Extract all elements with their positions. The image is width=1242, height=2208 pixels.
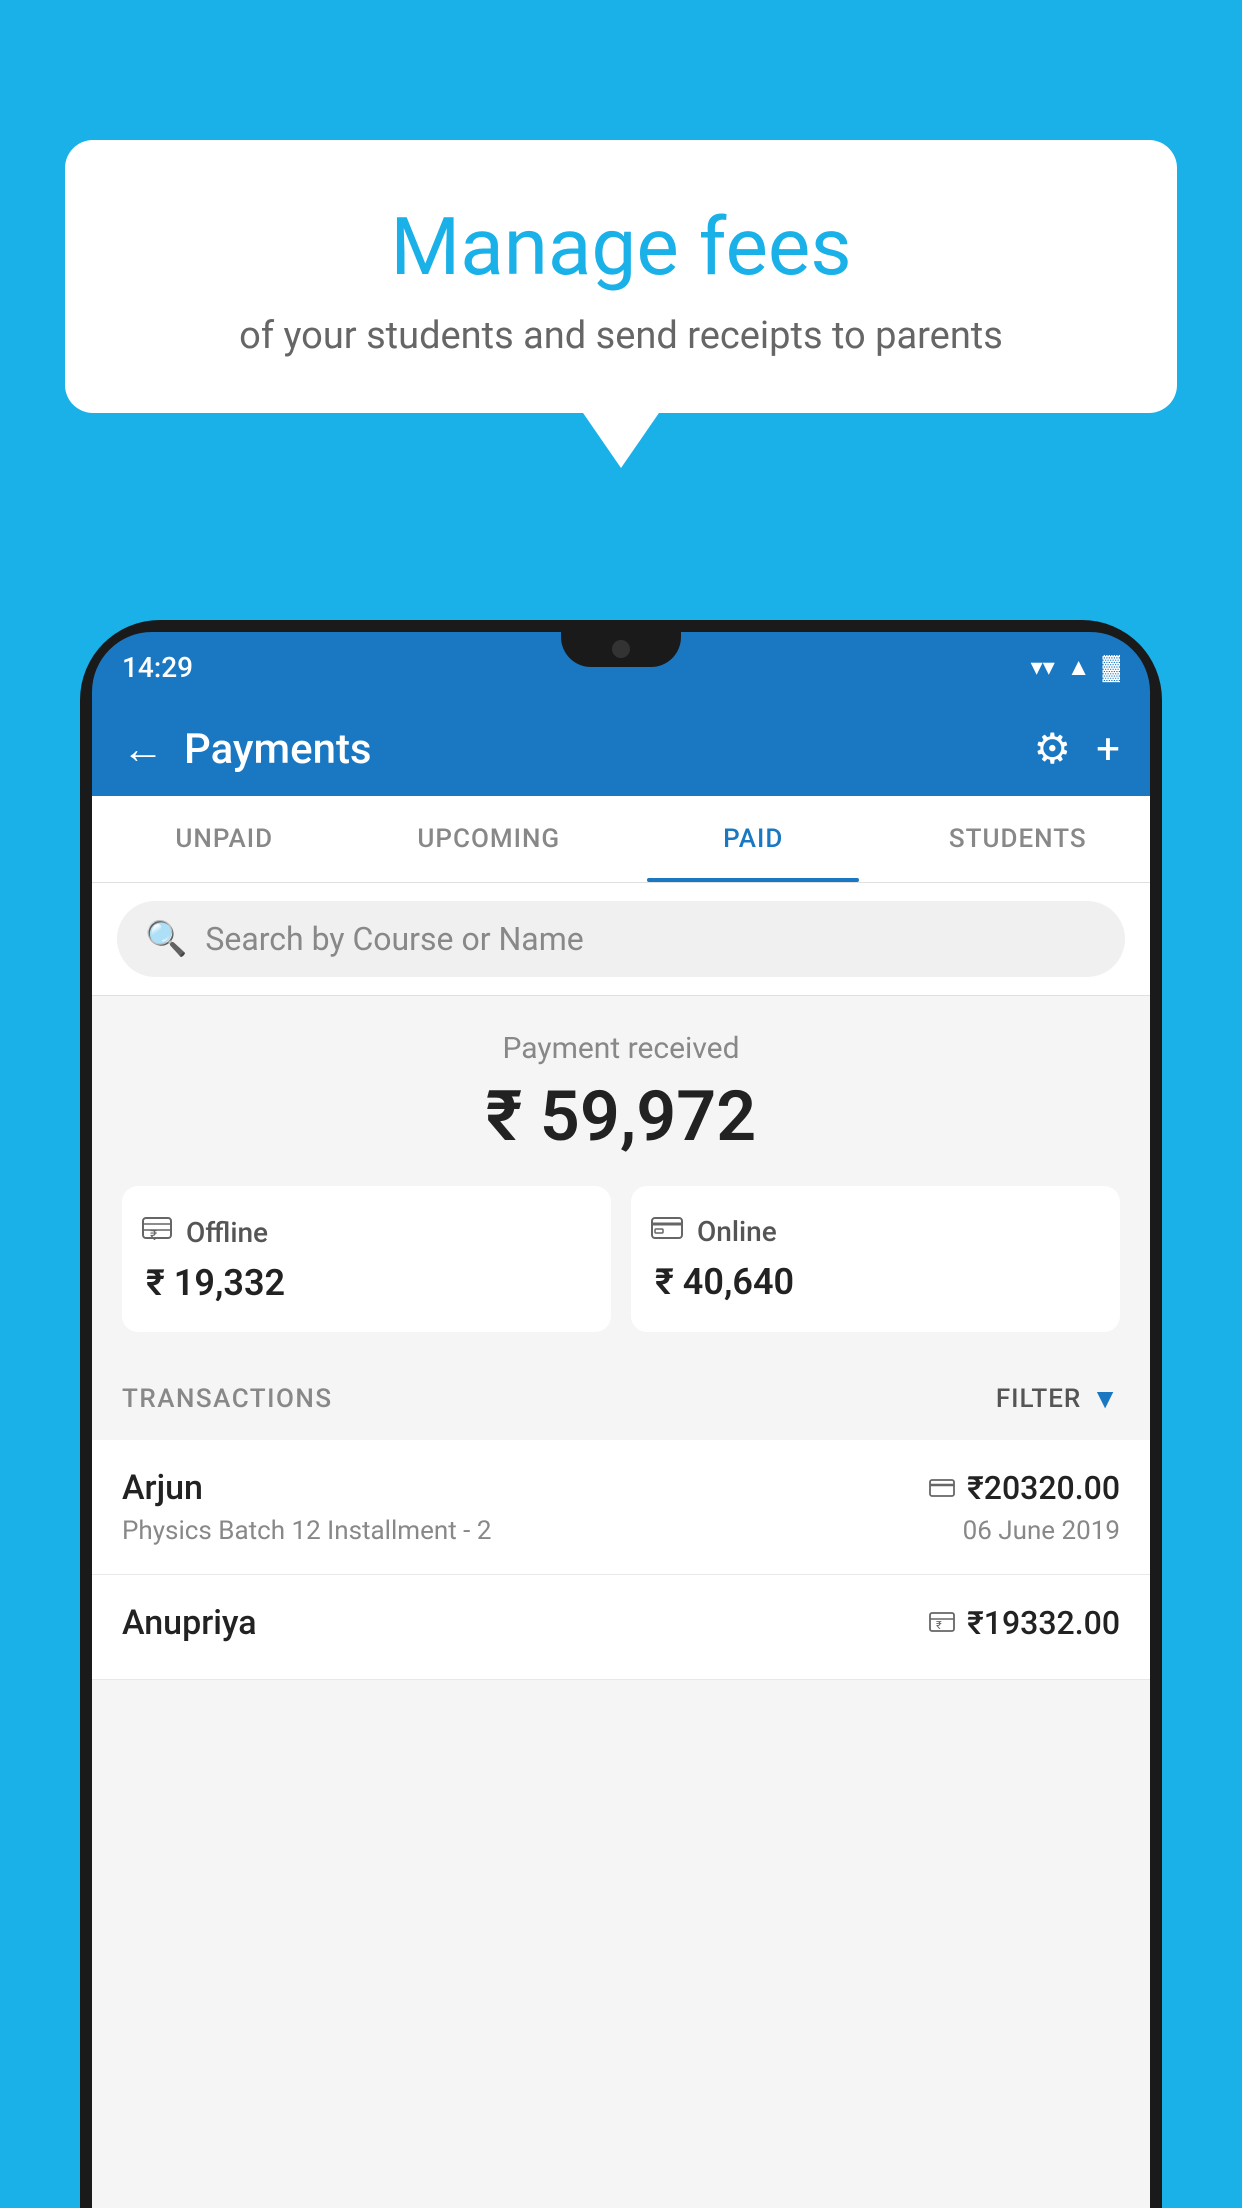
transaction-name: Anupriya (122, 1603, 257, 1643)
online-amount: ₹ 40,640 (651, 1261, 794, 1303)
transaction-course: Physics Batch 12 Installment - 2 (122, 1516, 491, 1546)
payment-received-label: Payment received (122, 1031, 1120, 1066)
tab-paid[interactable]: PAID (621, 796, 886, 882)
offline-amount: ₹ 19,332 (142, 1262, 285, 1304)
status-icons: ▾▾ ▲ ▓ (1031, 653, 1120, 682)
transaction-row-bottom: Physics Batch 12 Installment - 2 06 June… (122, 1516, 1120, 1546)
search-container: 🔍 Search by Course or Name (92, 883, 1150, 996)
tabs-bar: UNPAID UPCOMING PAID STUDENTS (92, 796, 1150, 883)
online-label: Online (697, 1215, 777, 1248)
filter-icon: ▼ (1091, 1382, 1120, 1415)
transactions-label: TRANSACTIONS (122, 1384, 333, 1414)
settings-icon[interactable]: ⚙ (1034, 724, 1072, 774)
bubble-title: Manage fees (115, 200, 1127, 294)
transactions-header: TRANSACTIONS FILTER ▼ (92, 1357, 1150, 1440)
transaction-row-top: Anupriya ₹ ₹19332.00 (122, 1603, 1120, 1643)
svg-text:₹: ₹ (936, 1619, 942, 1632)
online-card-top: Online (651, 1214, 777, 1249)
signal-icon: ▲ (1067, 653, 1091, 682)
battery-icon: ▓ (1103, 653, 1121, 682)
add-icon[interactable]: + (1096, 725, 1120, 774)
search-bar[interactable]: 🔍 Search by Course or Name (117, 901, 1125, 977)
transaction-name: Arjun (122, 1468, 203, 1508)
filter-label: FILTER (996, 1384, 1081, 1414)
transaction-row-top: Arjun ₹20320.00 (122, 1468, 1120, 1508)
phone-notch (561, 632, 681, 667)
bubble-subtitle: of your students and send receipts to pa… (115, 314, 1127, 358)
offline-payment-card: ₹ Offline ₹ 19,332 (122, 1186, 611, 1332)
offline-payment-icon: ₹ (142, 1214, 172, 1250)
header-icons: ⚙ + (1034, 724, 1121, 774)
camera-dot (612, 640, 630, 658)
page-title: Payments (184, 725, 1014, 774)
search-input[interactable]: Search by Course or Name (205, 920, 583, 958)
filter-button[interactable]: FILTER ▼ (996, 1382, 1120, 1415)
transaction-row[interactable]: Anupriya ₹ ₹19332.00 (92, 1575, 1150, 1680)
app-screen: ← Payments ⚙ + UNPAID UPCOMING PAID STUD… (92, 702, 1150, 2208)
back-button[interactable]: ← (122, 725, 164, 774)
wifi-icon: ▾▾ (1031, 653, 1055, 681)
tab-students[interactable]: STUDENTS (886, 796, 1151, 882)
speech-bubble: Manage fees of your students and send re… (65, 140, 1177, 413)
online-transaction-icon (929, 1472, 955, 1505)
transaction-amount-row: ₹20320.00 (929, 1469, 1120, 1507)
online-payment-card: Online ₹ 40,640 (631, 1186, 1120, 1332)
transaction-date: 06 June 2019 (963, 1516, 1120, 1546)
app-header: ← Payments ⚙ + (92, 702, 1150, 796)
payment-summary: Payment received ₹ 59,972 ₹ (92, 996, 1150, 1357)
offline-label: Offline (186, 1216, 268, 1249)
search-icon: 🔍 (145, 919, 187, 959)
transaction-amount: ₹20320.00 (967, 1469, 1120, 1507)
tab-unpaid[interactable]: UNPAID (92, 796, 357, 882)
status-time: 14:29 (122, 651, 193, 684)
transaction-amount: ₹19332.00 (967, 1604, 1120, 1642)
transaction-row[interactable]: Arjun ₹20320.00 Physics Batch 12 Install… (92, 1440, 1150, 1575)
offline-transaction-icon: ₹ (929, 1607, 955, 1640)
payment-total-amount: ₹ 59,972 (122, 1076, 1120, 1158)
phone-frame: 14:29 ▾▾ ▲ ▓ ← Payments ⚙ + UNPAID UPCO (80, 620, 1162, 2208)
svg-text:₹: ₹ (150, 1228, 157, 1242)
offline-card-top: ₹ Offline (142, 1214, 268, 1250)
transaction-amount-row: ₹ ₹19332.00 (929, 1604, 1120, 1642)
online-payment-icon (651, 1214, 683, 1249)
payment-cards: ₹ Offline ₹ 19,332 (122, 1186, 1120, 1332)
status-bar: 14:29 ▾▾ ▲ ▓ (92, 632, 1150, 702)
tab-upcoming[interactable]: UPCOMING (357, 796, 622, 882)
